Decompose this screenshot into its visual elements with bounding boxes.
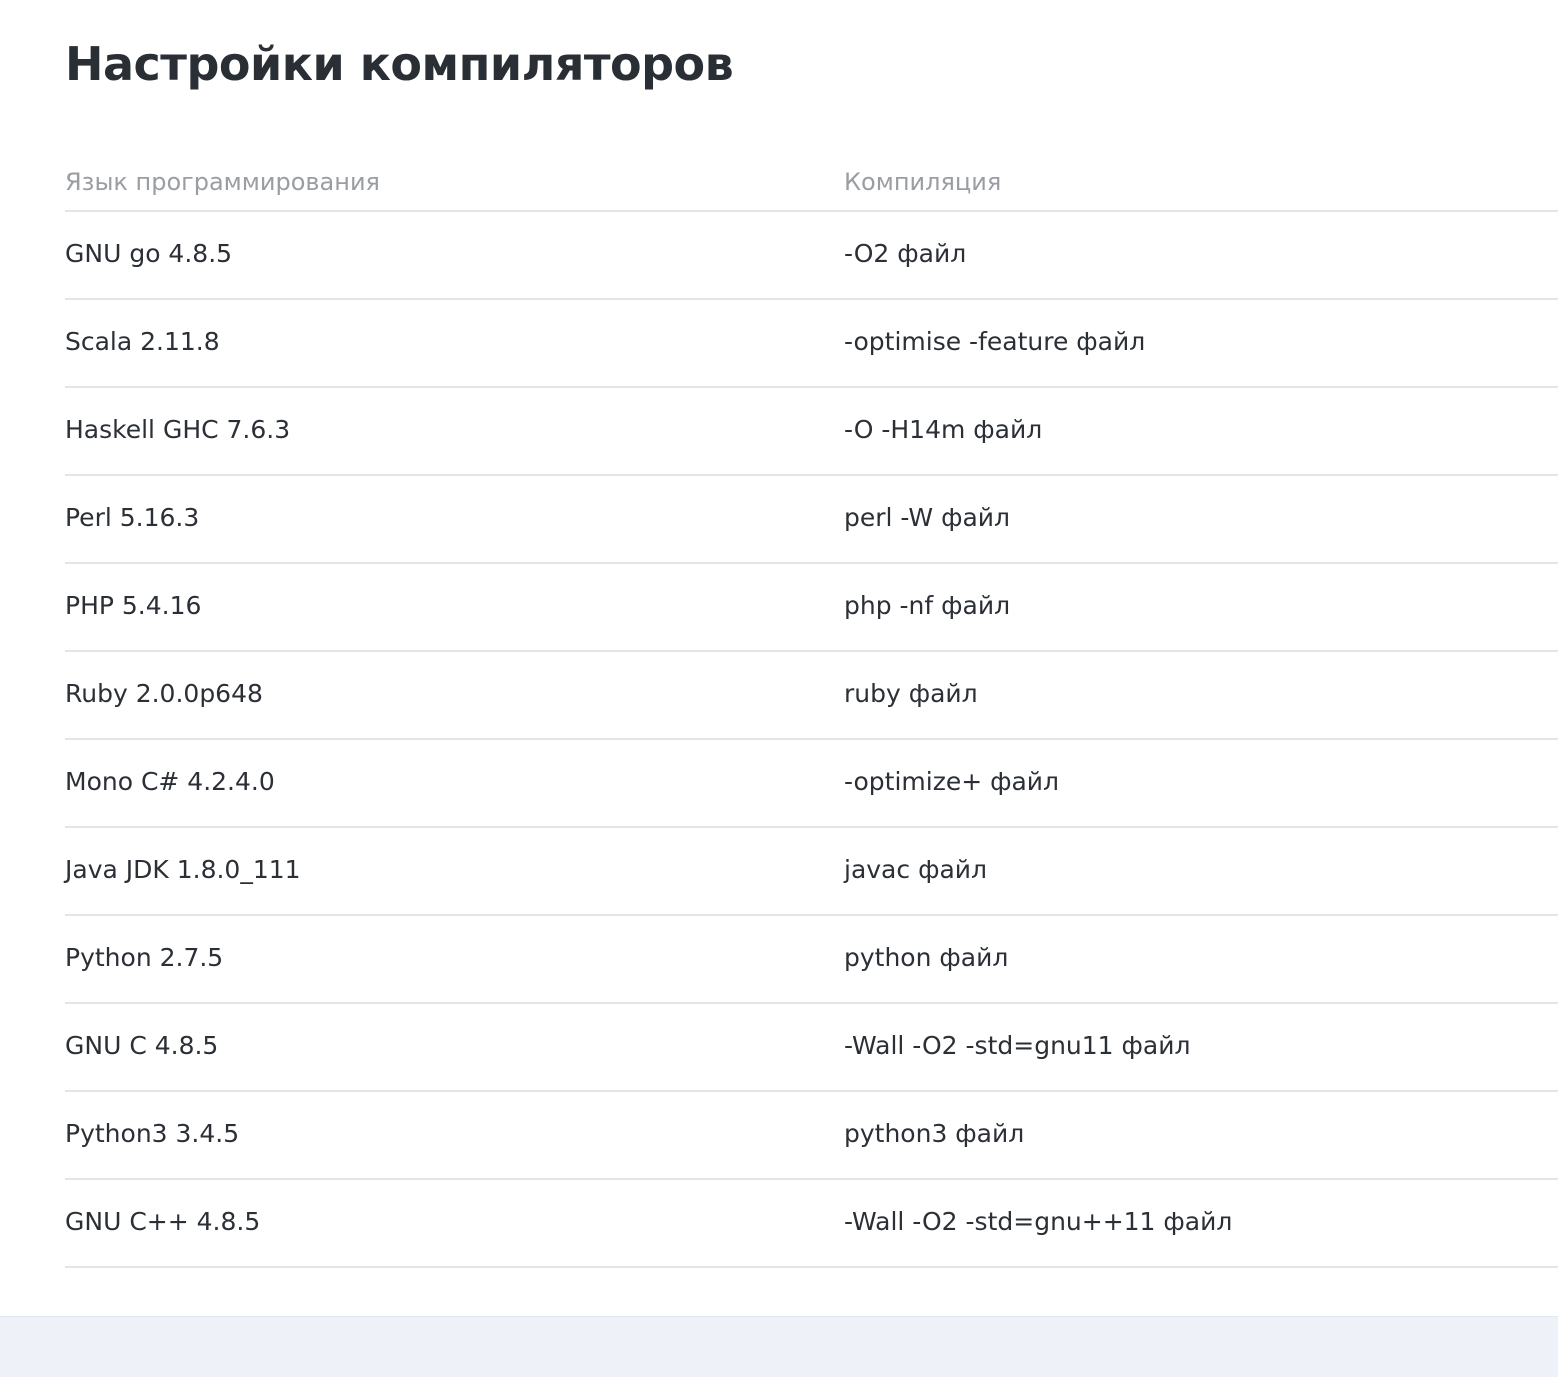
- table-row: Mono C# 4.2.4.0 -optimize+ файл: [65, 740, 1558, 828]
- language-cell: Java JDK 1.8.0_111: [65, 855, 301, 884]
- page-title: Настройки компиляторов: [65, 37, 734, 91]
- compilation-cell: ruby файл: [844, 679, 978, 708]
- compilation-cell: -optimise -feature файл: [844, 327, 1146, 356]
- language-cell: GNU C 4.8.5: [65, 1031, 219, 1060]
- table-row: Scala 2.11.8 -optimise -feature файл: [65, 300, 1558, 388]
- table-row: GNU C 4.8.5 -Wall -O2 -std=gnu11 файл: [65, 1004, 1558, 1092]
- table-row: Python 2.7.5 python файл: [65, 916, 1558, 1004]
- compilation-cell: php -nf файл: [844, 591, 1011, 620]
- compilation-cell: python файл: [844, 943, 1009, 972]
- compilation-cell: -Wall -O2 -std=gnu11 файл: [844, 1031, 1191, 1060]
- compilation-cell: javac файл: [844, 855, 987, 884]
- compilation-cell: -O2 файл: [844, 239, 967, 268]
- table-row: GNU go 4.8.5 -O2 файл: [65, 212, 1558, 300]
- table-row: Ruby 2.0.0p648 ruby файл: [65, 652, 1558, 740]
- table-row: Python3 3.4.5 python3 файл: [65, 1092, 1558, 1180]
- language-cell: GNU go 4.8.5: [65, 239, 233, 268]
- language-cell: Python 2.7.5: [65, 943, 224, 972]
- compilers-table: Язык программирования Компиляция GNU go …: [65, 150, 1558, 1268]
- language-cell: Ruby 2.0.0p648: [65, 679, 263, 708]
- language-cell: Mono C# 4.2.4.0: [65, 767, 275, 796]
- table-row: Perl 5.16.3 perl -W файл: [65, 476, 1558, 564]
- table-row: GNU C++ 4.8.5 -Wall -O2 -std=gnu++11 фай…: [65, 1180, 1558, 1268]
- compilation-cell: python3 файл: [844, 1119, 1025, 1148]
- language-cell: PHP 5.4.16: [65, 591, 202, 620]
- language-cell: Haskell GHC 7.6.3: [65, 415, 291, 444]
- language-cell: Perl 5.16.3: [65, 503, 200, 532]
- table-row: Haskell GHC 7.6.3 -O -H14m файл: [65, 388, 1558, 476]
- table-row: PHP 5.4.16 php -nf файл: [65, 564, 1558, 652]
- compilation-cell: perl -W файл: [844, 503, 1011, 532]
- language-cell: Python3 3.4.5: [65, 1119, 240, 1148]
- footer-background: [0, 1316, 1558, 1377]
- header-compilation: Компиляция: [844, 168, 1002, 196]
- compilation-cell: -optimize+ файл: [844, 767, 1060, 796]
- table-header: Язык программирования Компиляция: [65, 150, 1558, 212]
- language-cell: GNU C++ 4.8.5: [65, 1207, 261, 1236]
- compilation-cell: -O -H14m файл: [844, 415, 1043, 444]
- table-row: Java JDK 1.8.0_111 javac файл: [65, 828, 1558, 916]
- content-panel: Настройки компиляторов Язык программиров…: [0, 0, 1558, 1316]
- compilation-cell: -Wall -O2 -std=gnu++11 файл: [844, 1207, 1233, 1236]
- header-language: Язык программирования: [65, 168, 380, 196]
- language-cell: Scala 2.11.8: [65, 327, 220, 356]
